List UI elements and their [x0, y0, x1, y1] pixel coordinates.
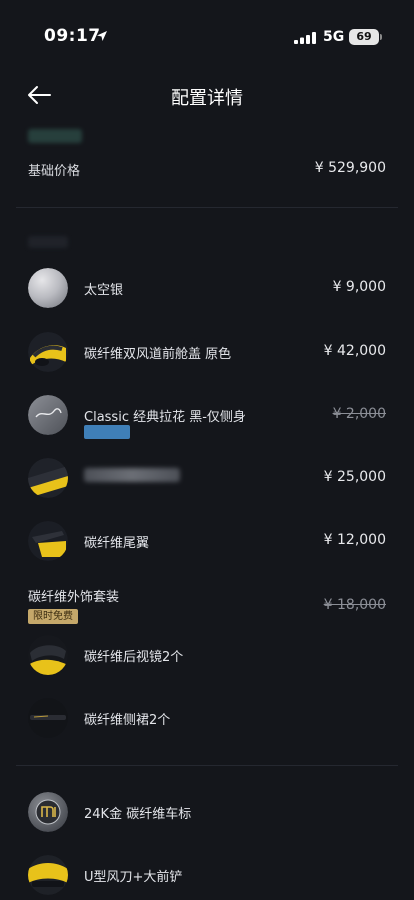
item-name: 碳纤维侧裙2个 [84, 713, 171, 728]
base-price-label: 基础价格 [28, 164, 81, 179]
package-price: ¥ 18,000 [323, 597, 386, 613]
mi-logo-emblem-thumbnail [28, 792, 68, 832]
carbon-rear-wing-thumbnail [28, 521, 68, 561]
front-splitter-thumbnail [28, 855, 68, 895]
item-price: ¥ 25,000 [323, 469, 386, 485]
carbon-body-kit-thumbnail [28, 458, 68, 498]
package-sub-item[interactable]: 碳纤维后视镜2个 [28, 635, 386, 679]
status-bar: 09:17 5G 69 [0, 0, 414, 74]
blurred-item-name [84, 468, 180, 482]
item-name: 太空银 [84, 283, 124, 298]
blurred-tag [28, 129, 82, 143]
item-name: 碳纤维后视镜2个 [84, 650, 184, 665]
silver-color-swatch [28, 268, 68, 308]
list-item[interactable]: U型风刀+大前铲 [28, 855, 386, 899]
page-title: 配置详情 [171, 88, 243, 109]
package-title: 碳纤维外饰套装 [28, 590, 120, 605]
item-name: 碳纤维双风道前舱盖 原色 [84, 347, 232, 362]
network-type: 5G [323, 29, 345, 45]
nav-bar: 配置详情 [0, 74, 414, 118]
divider [16, 765, 398, 766]
item-price: ¥ 9,000 [332, 279, 386, 295]
list-item[interactable]: 碳纤维尾翼 ¥ 12,000 [28, 521, 386, 565]
item-price: ¥ 42,000 [323, 343, 386, 359]
item-name: U型风刀+大前铲 [84, 870, 183, 885]
location-arrow-icon [97, 31, 107, 41]
list-item[interactable]: Classic 经典拉花 黑-仅侧身 ¥ 2,000 [28, 395, 386, 439]
list-item[interactable]: ¥ 25,000 [28, 458, 386, 502]
classic-decal-thumbnail [28, 395, 68, 435]
status-time: 09:17 [44, 26, 101, 46]
base-price-row: 基础价格 ¥ 529,900 [28, 160, 386, 180]
battery-icon: 69 [349, 29, 379, 45]
divider [16, 207, 398, 208]
item-name: 24K金 碳纤维车标 [84, 807, 192, 822]
free-badge: 限时免费 [28, 609, 78, 624]
carbon-mirror-thumbnail [28, 635, 68, 675]
base-price-value: ¥ 529,900 [314, 160, 386, 176]
carbon-hood-thumbnail [28, 332, 68, 372]
list-item[interactable]: 24K金 碳纤维车标 [28, 792, 386, 836]
package-sub-item[interactable]: 碳纤维侧裙2个 [28, 698, 386, 742]
item-name: Classic 经典拉花 黑-仅侧身 [84, 410, 246, 425]
cellular-signal-icon [294, 32, 316, 44]
list-item[interactable]: 碳纤维双风道前舱盖 原色 ¥ 42,000 [28, 332, 386, 376]
color-chip [84, 425, 130, 439]
item-price: ¥ 2,000 [332, 406, 386, 422]
blurred-section-header [28, 236, 68, 248]
carbon-side-skirt-thumbnail [28, 698, 68, 738]
battery-tip [380, 34, 382, 40]
list-item[interactable]: 太空银 ¥ 9,000 [28, 268, 386, 312]
item-price: ¥ 12,000 [323, 532, 386, 548]
item-name: 碳纤维尾翼 [84, 536, 150, 551]
